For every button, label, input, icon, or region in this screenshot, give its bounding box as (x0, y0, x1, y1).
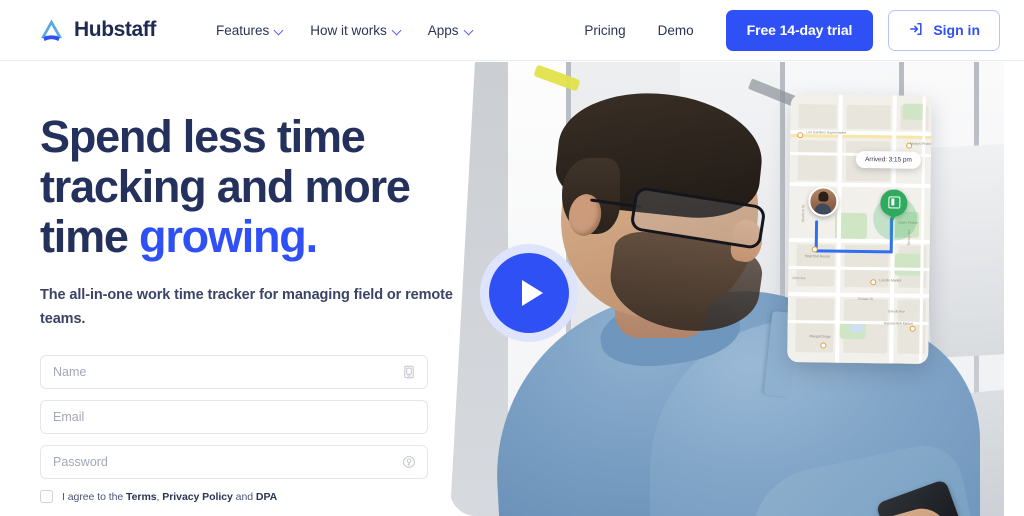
map-poi-marker (820, 342, 827, 349)
terms-prefix: I agree to the (62, 490, 127, 503)
signup-form: I agree to the Terms, Privacy Policy and… (40, 355, 428, 503)
free-trial-button[interactable]: Free 14-day trial (725, 9, 874, 51)
terms-agreement-row: I agree to the Terms, Privacy Policy and… (40, 490, 428, 503)
worker-avatar-pin (808, 186, 839, 217)
store-marker-glyph (888, 196, 901, 209)
hero-content: Spend less time tracking and more time g… (40, 112, 460, 503)
brand-name: Hubstaff (74, 18, 156, 41)
map-block (798, 104, 837, 129)
nav-item-pricing[interactable]: Pricing (568, 17, 641, 44)
map-poi-label: Lincoln Market (879, 278, 902, 283)
key-icon[interactable] (402, 455, 416, 469)
name-field-wrapper[interactable] (40, 355, 428, 389)
map-park (894, 253, 921, 276)
top-navigation-bar: Hubstaff Features How it works Apps Pric… (0, 0, 1024, 61)
terms-link[interactable]: Terms (126, 491, 157, 503)
chevron-down-icon (465, 26, 474, 35)
hubstaff-logo-icon (38, 17, 65, 44)
chevron-down-icon (275, 26, 284, 35)
play-button[interactable] (489, 253, 569, 333)
sign-in-label: Sign in (933, 22, 980, 38)
nav-item-features[interactable]: Features (203, 17, 297, 44)
map-background: Lee Gardens Supermarket Marty's Pharm To… (787, 94, 932, 364)
map-poi-marker (797, 132, 804, 139)
terms-checkbox[interactable] (40, 490, 53, 503)
play-icon (521, 280, 543, 306)
secondary-nav-actions: Pricing Demo Free 14-day trial Sign in (568, 9, 1000, 51)
headline-line-2: tracking and more (40, 161, 411, 212)
map-block (795, 298, 835, 353)
brand-logo[interactable]: Hubstaff (38, 17, 156, 44)
map-block (797, 140, 837, 181)
landing-page: Hubstaff Features How it works Apps Pric… (0, 0, 1024, 516)
map-poi-label: Marty's Pharm (910, 141, 932, 147)
nav-item-features-label: Features (215, 22, 270, 38)
password-input[interactable] (41, 446, 427, 478)
video-play-control[interactable] (480, 244, 578, 342)
dpa-link[interactable]: DPA (256, 491, 277, 503)
map-poi-label: Lee Gardens Supermarket (806, 130, 847, 135)
headline-line-1: Spend less time (40, 111, 366, 162)
hero-subheading: The all-in-one work time tracker for man… (40, 287, 453, 327)
map-overlay-card: Lee Gardens Supermarket Marty's Pharm To… (787, 94, 932, 364)
headline-line-3: time (40, 211, 140, 262)
map-street-label: Ohio Ave (792, 276, 807, 281)
map-street-label: Pulaski St. (857, 296, 875, 302)
terms-separator: and (232, 490, 256, 503)
map-poi-marker (909, 325, 916, 332)
map-highway (790, 134, 932, 139)
map-poi-label: Mangal Drugs (809, 334, 831, 339)
nav-item-apps[interactable]: Apps (415, 17, 487, 44)
map-water (849, 322, 864, 334)
contact-card-icon (402, 365, 416, 379)
page-title: Spend less time tracking and more time g… (40, 112, 460, 262)
map-poi-marker (870, 279, 877, 286)
map-street-label: Dekalb Ave (887, 309, 905, 314)
arrival-tooltip: Arrived: 3:15 pm (855, 150, 921, 169)
nav-item-how-it-works[interactable]: How it works (297, 17, 415, 44)
map-poi-label: Total Tool Rental (804, 254, 830, 259)
map-block (846, 104, 891, 130)
privacy-policy-link[interactable]: Privacy Policy (162, 491, 233, 503)
primary-nav-links: Features How it works Apps (203, 17, 487, 44)
map-street-label: Stratford St. (801, 204, 806, 223)
email-input[interactable] (41, 401, 427, 433)
nav-item-demo[interactable]: Demo (642, 17, 710, 44)
map-poi-marker (811, 246, 818, 253)
headline-accent: growing. (139, 211, 318, 262)
monitor (920, 143, 1004, 359)
terms-text: I agree to the Terms, Privacy Policy and… (62, 491, 277, 503)
map-road (789, 182, 931, 188)
map-park (902, 103, 925, 120)
nav-item-apps-label: Apps (427, 22, 459, 38)
login-arrow-icon (908, 21, 924, 40)
sign-in-button[interactable]: Sign in (888, 9, 1000, 51)
email-field-wrapper[interactable] (40, 400, 428, 434)
name-input[interactable] (41, 356, 427, 388)
chevron-down-icon (393, 26, 402, 35)
nav-item-how-it-works-label: How it works (310, 22, 387, 38)
map-poi-label: Natural Midi Market (883, 321, 914, 326)
password-field-wrapper[interactable] (40, 445, 428, 479)
